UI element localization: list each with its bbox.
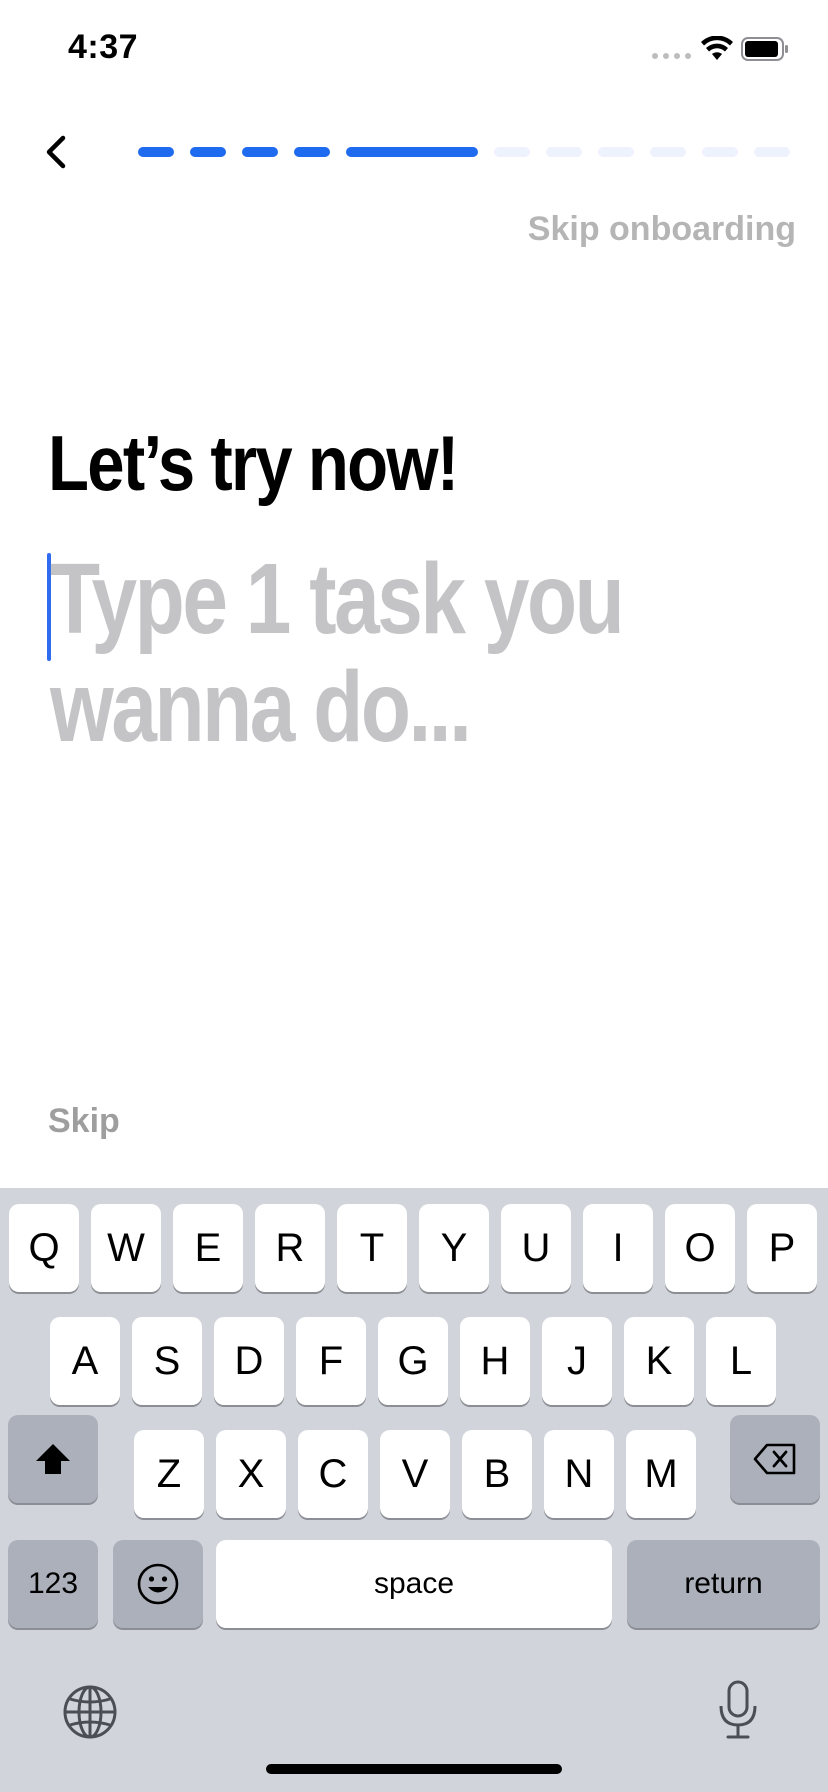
progress-segment bbox=[754, 147, 790, 157]
key-c[interactable]: C bbox=[298, 1430, 368, 1518]
key-i[interactable]: I bbox=[583, 1204, 653, 1292]
key-q[interactable]: Q bbox=[9, 1204, 79, 1292]
backspace-key[interactable] bbox=[730, 1415, 820, 1503]
keyboard: QWERTYUIOP ASDFGHJKL ZXCVBNM 123 space r… bbox=[0, 1188, 828, 1792]
progress-segment bbox=[242, 147, 278, 157]
key-b[interactable]: B bbox=[462, 1430, 532, 1518]
return-key[interactable]: return bbox=[627, 1540, 820, 1628]
progress-segment bbox=[138, 147, 174, 157]
key-u[interactable]: U bbox=[501, 1204, 571, 1292]
key-r[interactable]: R bbox=[255, 1204, 325, 1292]
key-m[interactable]: M bbox=[626, 1430, 696, 1518]
progress-segment bbox=[190, 147, 226, 157]
key-a[interactable]: A bbox=[50, 1317, 120, 1405]
key-p[interactable]: P bbox=[747, 1204, 817, 1292]
key-f[interactable]: F bbox=[296, 1317, 366, 1405]
emoji-icon bbox=[137, 1563, 179, 1605]
emoji-key[interactable] bbox=[113, 1540, 203, 1628]
shift-key[interactable] bbox=[8, 1415, 98, 1503]
cellular-signal-icon bbox=[652, 53, 691, 59]
key-w[interactable]: W bbox=[91, 1204, 161, 1292]
key-d[interactable]: D bbox=[214, 1317, 284, 1405]
wifi-icon bbox=[701, 36, 733, 60]
key-h[interactable]: H bbox=[460, 1317, 530, 1405]
progress-segment bbox=[598, 147, 634, 157]
key-o[interactable]: O bbox=[665, 1204, 735, 1292]
shift-icon bbox=[36, 1444, 70, 1474]
microphone-icon[interactable] bbox=[716, 1680, 760, 1740]
key-j[interactable]: J bbox=[542, 1317, 612, 1405]
progress-segment bbox=[546, 147, 582, 157]
key-k[interactable]: K bbox=[624, 1317, 694, 1405]
battery-icon bbox=[741, 37, 788, 61]
skip-onboarding-link[interactable]: Skip onboarding bbox=[528, 210, 796, 249]
numbers-key[interactable]: 123 bbox=[8, 1540, 98, 1628]
key-z[interactable]: Z bbox=[134, 1430, 204, 1518]
progress-segment bbox=[494, 147, 530, 157]
skip-button[interactable]: Skip bbox=[48, 1102, 120, 1141]
key-l[interactable]: L bbox=[706, 1317, 776, 1405]
task-input[interactable] bbox=[48, 545, 808, 765]
key-t[interactable]: T bbox=[337, 1204, 407, 1292]
space-key[interactable]: space bbox=[216, 1540, 612, 1628]
globe-icon[interactable] bbox=[62, 1684, 118, 1740]
status-time: 4:37 bbox=[68, 28, 139, 66]
chevron-left-icon bbox=[46, 135, 66, 169]
key-n[interactable]: N bbox=[544, 1430, 614, 1518]
progress-segment bbox=[650, 147, 686, 157]
progress-segment bbox=[294, 147, 330, 157]
key-g[interactable]: G bbox=[378, 1317, 448, 1405]
key-e[interactable]: E bbox=[173, 1204, 243, 1292]
status-bar: 4:37 bbox=[0, 0, 828, 100]
key-s[interactable]: S bbox=[132, 1317, 202, 1405]
key-x[interactable]: X bbox=[216, 1430, 286, 1518]
progress-segment bbox=[346, 147, 478, 157]
backspace-icon bbox=[753, 1443, 796, 1475]
back-button[interactable] bbox=[36, 130, 76, 174]
key-v[interactable]: V bbox=[380, 1430, 450, 1518]
onboarding-progress-bar bbox=[138, 147, 790, 157]
progress-segment bbox=[702, 147, 738, 157]
page-title: Let’s try now! bbox=[48, 419, 459, 507]
key-y[interactable]: Y bbox=[419, 1204, 489, 1292]
home-indicator bbox=[266, 1764, 562, 1774]
